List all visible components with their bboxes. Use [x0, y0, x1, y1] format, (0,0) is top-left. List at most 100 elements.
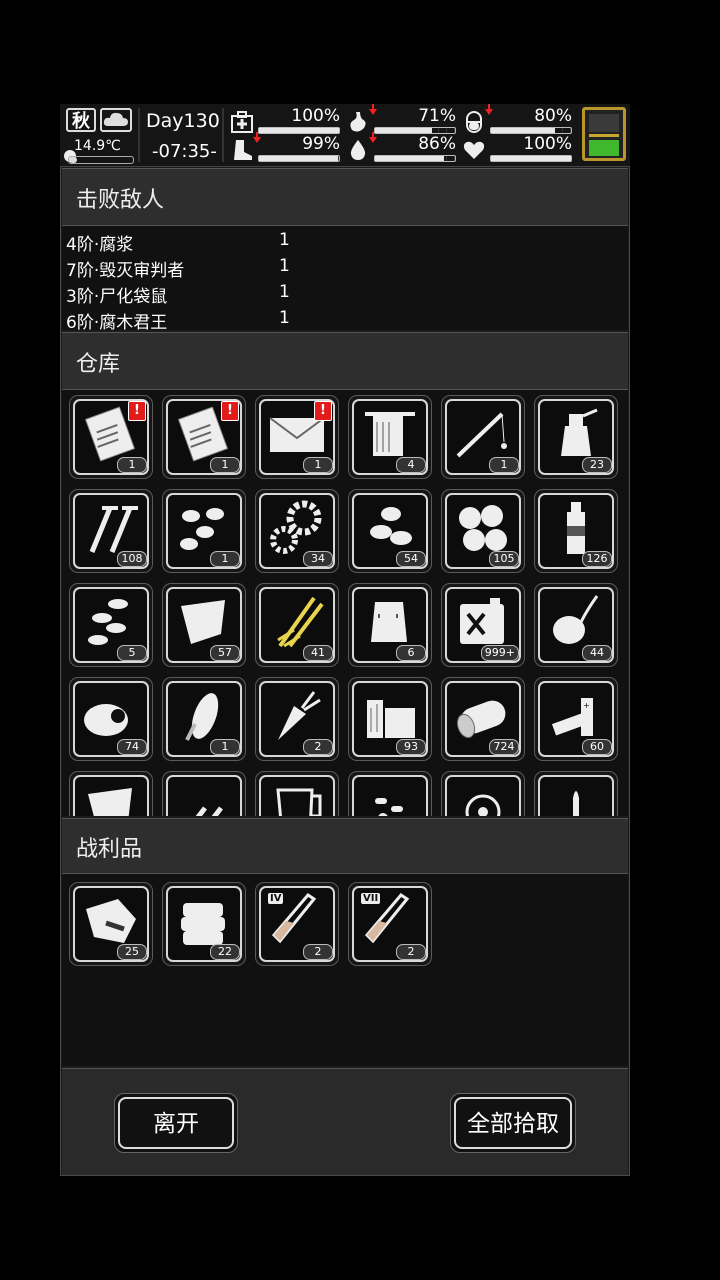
loot-item-slot[interactable]: VII 2: [348, 882, 432, 966]
item-count: 126: [582, 551, 612, 567]
gears-icon: [270, 500, 322, 554]
heart-icon: [463, 141, 485, 159]
storage-item-slot[interactable]: 724: [441, 677, 525, 761]
thirst-stat: 86%: [346, 132, 456, 164]
stamina-stat: 99%: [230, 132, 340, 164]
loot-item-slot[interactable]: IV 2: [255, 882, 339, 966]
item-count: 34: [303, 551, 333, 567]
medkit-icon: [231, 111, 253, 133]
storage-item-slot[interactable]: 57: [162, 583, 246, 667]
storage-item-slot[interactable]: ! 1: [162, 395, 246, 479]
storage-item-slot[interactable]: +60: [534, 677, 618, 761]
wood-planks-icon: [367, 700, 415, 738]
storage-item-slot[interactable]: [348, 771, 432, 816]
item-count: 1: [210, 551, 240, 567]
clock-text: -07:35-: [152, 141, 217, 162]
defeated-title: 击败敌人: [76, 188, 165, 213]
temperature-text: 14.9℃: [74, 138, 121, 154]
loot-header: 战利品: [62, 818, 628, 874]
item-count: 74: [117, 739, 147, 755]
item-count: 1: [210, 739, 240, 755]
cloud-icon: [100, 108, 132, 132]
batteries-icon: +: [551, 698, 593, 736]
water-drop-icon: [350, 140, 366, 160]
fishing-rod-icon: [456, 412, 507, 458]
bullet-icon: [573, 791, 579, 816]
sack-icon: [371, 602, 407, 642]
item-count: 54: [396, 551, 426, 567]
item-count: 108: [117, 551, 147, 567]
storage-item-slot[interactable]: 54: [348, 489, 432, 573]
list-item: 3阶·尸化袋鼠 1: [66, 282, 290, 307]
loot-item-slot[interactable]: 25: [69, 882, 153, 966]
item-count: 105: [489, 551, 519, 567]
list-item: 4阶·腐浆 1: [66, 230, 290, 255]
raw-meat-icon: [86, 899, 136, 943]
item-count: 2: [303, 944, 333, 960]
alert-icon: !: [128, 401, 146, 421]
storage-item-slot[interactable]: [162, 771, 246, 816]
storage-item-slot[interactable]: [441, 771, 525, 816]
storage-item-slot[interactable]: 126: [534, 489, 618, 573]
storage-item-slot[interactable]: 34: [255, 489, 339, 573]
loot-item-slot[interactable]: 22: [162, 882, 246, 966]
screws-icon: [89, 506, 138, 553]
storage-item-slot[interactable]: ! 1: [255, 395, 339, 479]
storage-item-slot[interactable]: 2: [255, 677, 339, 761]
storage-item-slot[interactable]: 1: [162, 677, 246, 761]
storage-item-slot[interactable]: 44: [534, 583, 618, 667]
storage-item-slot[interactable]: 108: [69, 489, 153, 573]
season-badge: 秋: [66, 108, 96, 132]
loot-title: 战利品: [76, 837, 143, 862]
defeated-header: 击败敌人: [62, 168, 628, 226]
storage-item-slot[interactable]: 74: [69, 677, 153, 761]
take-all-button[interactable]: 全部拾取: [450, 1093, 576, 1153]
storage-item-slot[interactable]: [255, 771, 339, 816]
footer-bar: 离开 全部拾取: [62, 1068, 628, 1175]
fuel-can-icon: [460, 598, 504, 644]
storage-item-slot[interactable]: 93: [348, 677, 432, 761]
storage-item-slot[interactable]: [534, 771, 618, 816]
nuts-icon: [459, 505, 507, 551]
item-count: 1: [303, 457, 333, 473]
storage-item-slot[interactable]: [69, 771, 153, 816]
storage-item-slot[interactable]: 23: [534, 395, 618, 479]
log-icon: [456, 700, 506, 739]
tier-label: VII: [361, 893, 381, 904]
pills-icon: [375, 798, 403, 816]
storage-grid[interactable]: ! 1! 1! 1 4 1 23 108 1 34 54 105 126 5 57 41 6 999+ 44 74 1 2…: [62, 390, 628, 816]
storage-item-slot[interactable]: 1: [162, 489, 246, 573]
item-count: 4: [396, 457, 426, 473]
storage-item-slot[interactable]: ! 1: [69, 395, 153, 479]
sanity-stat: 100%: [462, 134, 572, 164]
mood-stat: 80%: [462, 104, 572, 136]
battery-indicator[interactable]: [582, 107, 626, 161]
storage-item-slot[interactable]: 1: [441, 395, 525, 479]
sprouting-potato-icon: [553, 595, 599, 644]
item-count: 60: [582, 739, 612, 755]
svg-text:+: +: [583, 701, 590, 710]
storage-item-slot[interactable]: 999+: [441, 583, 525, 667]
item-count: 2: [396, 944, 426, 960]
storage-item-slot[interactable]: 41: [255, 583, 339, 667]
corn-icon: [185, 693, 219, 741]
leave-button[interactable]: 离开: [114, 1093, 238, 1153]
storage-item-slot[interactable]: 105: [441, 489, 525, 573]
storage-item-slot[interactable]: 4: [348, 395, 432, 479]
cloth-icon: [181, 600, 225, 644]
storage-item-slot[interactable]: 5: [69, 583, 153, 667]
item-count: 1: [489, 457, 519, 473]
fan-icon: [465, 794, 501, 816]
status-bar: 秋 14.9℃ Day130 -07:35- 100% 71% 80% 99% …: [60, 104, 630, 167]
item-count: 724: [489, 739, 519, 755]
cloth-icon: [88, 788, 132, 816]
beans-icon: [370, 507, 412, 545]
temperature-bar: [68, 156, 134, 164]
loot-grid[interactable]: 25 22 IV 2 VII 2: [62, 874, 628, 1066]
day-counter: Day130: [146, 110, 220, 132]
storage-title: 仓库: [76, 352, 121, 377]
item-count: 22: [210, 944, 240, 960]
item-count: 25: [117, 944, 147, 960]
item-count: 23: [582, 457, 612, 473]
storage-item-slot[interactable]: 6: [348, 583, 432, 667]
